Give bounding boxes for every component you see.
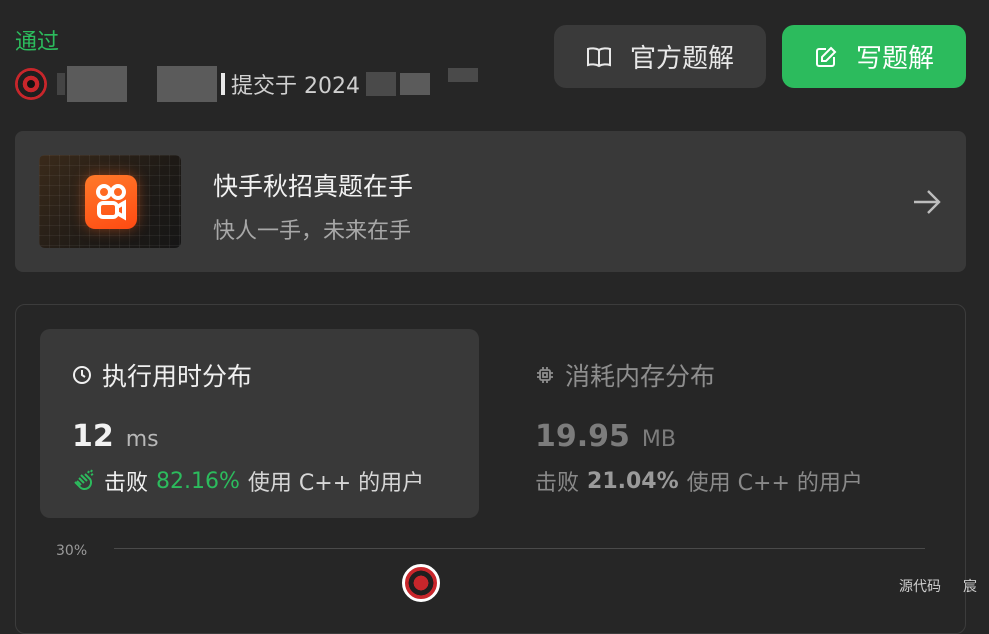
runtime-unit: ms — [125, 427, 159, 452]
edit-icon — [815, 46, 837, 67]
banner-title: 快手秋招真题在手 — [213, 172, 414, 201]
redacted-block — [57, 73, 65, 95]
redacted-block — [67, 66, 127, 102]
memory-beat-suffix: 使用 C++ 的用户 — [686, 471, 863, 496]
runtime-heading-label: 执行用时分布 — [102, 362, 253, 391]
redacted-block — [448, 68, 478, 82]
username-fragment — [221, 73, 225, 95]
promo-banner[interactable]: 快手秋招真题在手 快人一手，未来在手 — [15, 131, 966, 272]
official-solution-button[interactable]: 官方题解 — [554, 25, 766, 88]
clock-icon — [73, 366, 91, 384]
runtime-beat-suffix: 使用 C++ 的用户 — [247, 471, 425, 496]
clap-icon — [74, 469, 94, 491]
memory-value: 19.95 — [535, 419, 630, 454]
official-solution-label: 官方题解 — [629, 44, 734, 74]
chip-icon — [537, 367, 553, 383]
runtime-beat: 击败 82.16% 使用 C++ 的用户 — [72, 465, 424, 497]
source-code-link[interactable]: 源代码 — [899, 576, 941, 596]
memory-beat: 击败 21.04% 使用 C++ 的用户 — [535, 465, 863, 497]
footer-extra-text: 宸 — [963, 579, 977, 595]
chart-y-tick: 30% — [56, 543, 88, 559]
kuaishou-logo-icon — [85, 175, 137, 229]
write-solution-button[interactable]: 写题解 — [782, 25, 966, 88]
runtime-beat-percent: 82.16% — [156, 468, 240, 494]
memory-metric: 19.95 MB — [535, 419, 676, 454]
submitter-row: 提交于 2024 — [15, 64, 430, 104]
book-icon — [586, 46, 611, 67]
runtime-card[interactable]: 执行用时分布 12 ms 击败 82.16% 使用 C++ 的用户 — [40, 329, 479, 518]
redacted-block — [399, 73, 430, 95]
runtime-beat-label: 击败 — [104, 471, 149, 496]
chart-gridline — [114, 548, 925, 549]
memory-heading-label: 消耗内存分布 — [565, 362, 716, 391]
write-solution-label: 写题解 — [855, 44, 934, 74]
memory-unit: MB — [641, 427, 676, 452]
memory-heading: 消耗内存分布 — [535, 357, 715, 393]
banner-thumbnail — [39, 155, 181, 248]
submission-time: 提交于 2024 — [231, 74, 360, 99]
runtime-value: 12 — [72, 419, 114, 454]
runtime-metric: 12 ms — [72, 419, 159, 454]
runtime-heading: 执行用时分布 — [72, 357, 252, 393]
banner-subtitle: 快人一手，未来在手 — [213, 219, 412, 244]
redacted-block — [365, 72, 396, 96]
memory-card[interactable]: 消耗内存分布 19.95 MB 击败 21.04% 使用 C++ 的用户 — [511, 329, 941, 518]
memory-beat-label: 击败 — [535, 471, 580, 496]
avatar[interactable] — [15, 68, 47, 100]
arrow-right-icon[interactable] — [912, 188, 942, 216]
redacted-block — [157, 66, 217, 102]
memory-beat-percent: 21.04% — [587, 468, 679, 494]
user-position-avatar[interactable] — [402, 564, 440, 602]
submission-status: 通过 — [15, 30, 60, 55]
